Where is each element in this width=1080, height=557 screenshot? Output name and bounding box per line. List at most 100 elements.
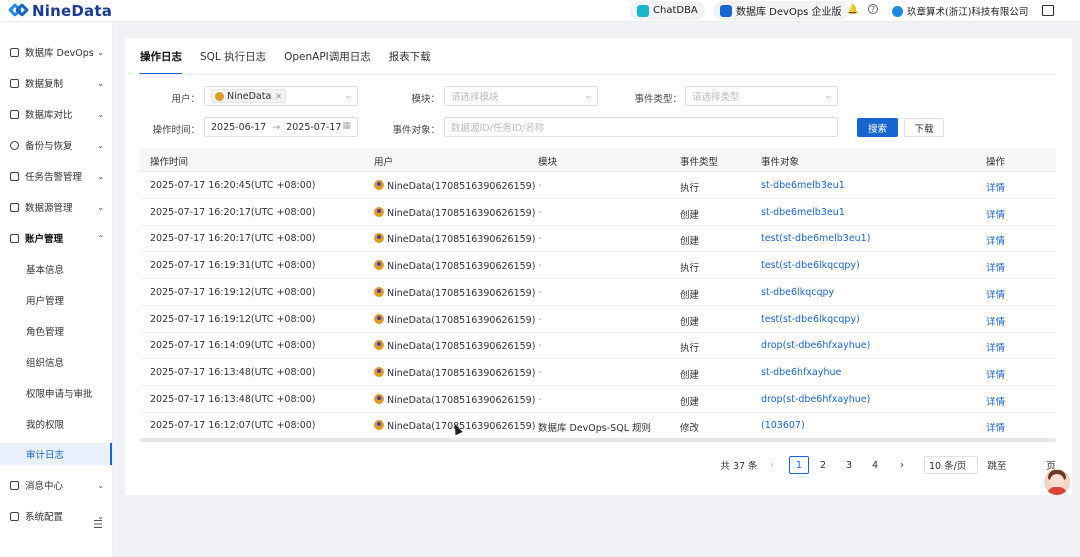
pagination-prev[interactable]: ‹ bbox=[762, 456, 782, 474]
download-button[interactable]: 下载 bbox=[904, 118, 944, 137]
help-icon[interactable]: ? bbox=[868, 4, 878, 14]
table-row: 2025-07-17 16:13:48(UTC +08:00) NineData(… bbox=[140, 359, 1056, 386]
date-range-picker[interactable]: 2025-06-17 → 2025-07-17 ▦ bbox=[204, 117, 358, 137]
cell-event-object[interactable]: drop(st-dbe6hfxayhue) bbox=[761, 340, 870, 351]
pagination-next[interactable]: › bbox=[892, 456, 912, 474]
sidebar-sub-permission-approval[interactable]: 权限申请与审批 bbox=[0, 382, 112, 404]
cell-event-object[interactable]: st-dbe6lkqcqpy bbox=[761, 287, 834, 298]
sidebar-item-alerts[interactable]: 任务告警管理 ⌄ bbox=[0, 165, 112, 187]
cell-module: 数据库 DevOps-SQL 规则 bbox=[538, 423, 652, 435]
tab-sql-log[interactable]: SQL 执行日志 bbox=[200, 50, 266, 75]
chevron-down-icon: ⌄ bbox=[97, 171, 104, 181]
pagination-page-1[interactable]: 1 bbox=[789, 456, 809, 474]
cell-user: NineData(1708516390626159) bbox=[374, 260, 535, 272]
cell-event-object[interactable]: st-dbe6melb3eu1 bbox=[761, 207, 845, 218]
user-avatar-icon bbox=[374, 393, 384, 404]
sidebar: 数据库 DevOps ⌄ 数据复制 ⌄ 数据库对比 ⌄ 备份与恢复 ⌄ 任务告警… bbox=[0, 22, 113, 557]
chevron-down-icon: ⌄ bbox=[344, 91, 351, 100]
sidebar-sub-user-mgmt[interactable]: 用户管理 bbox=[0, 289, 112, 311]
user-avatar-icon bbox=[374, 260, 384, 271]
cell-event-type: 执行 bbox=[680, 263, 700, 275]
sidebar-sub-audit-log[interactable]: 审计日志 bbox=[0, 443, 112, 465]
table-row: 2025-07-17 16:19:12(UTC +08:00) NineData(… bbox=[140, 306, 1056, 333]
table-row: 2025-07-17 16:19:12(UTC +08:00) NineData(… bbox=[140, 279, 1056, 306]
search-button[interactable]: 搜索 bbox=[857, 118, 898, 137]
cell-event-object[interactable]: st-dbe6melb3eu1 bbox=[761, 180, 845, 191]
col-action: 操作 bbox=[986, 157, 1006, 168]
detail-link[interactable]: 详情 bbox=[986, 180, 1005, 194]
tab-openapi-log[interactable]: OpenAPI调用日志 bbox=[284, 50, 371, 75]
logo-text: NineData bbox=[32, 2, 113, 20]
cell-module: - bbox=[538, 233, 542, 245]
cell-event-object[interactable]: test(st-dbe6melb3eu1) bbox=[761, 233, 870, 244]
sidebar-item-compare[interactable]: 数据库对比 ⌄ bbox=[0, 103, 112, 125]
assistant-avatar-button[interactable] bbox=[1044, 469, 1070, 495]
module-filter-label: 模块： bbox=[411, 94, 440, 105]
event-object-input[interactable]: 数据源ID/任务ID/名称 bbox=[444, 117, 838, 137]
pagination-page-2[interactable]: 2 bbox=[813, 456, 833, 474]
detail-link[interactable]: 详情 bbox=[986, 394, 1005, 408]
detail-link[interactable]: 详情 bbox=[986, 260, 1005, 274]
page-size-select[interactable]: 10 条/页 bbox=[924, 456, 978, 474]
detail-link[interactable]: 详情 bbox=[986, 314, 1005, 328]
cell-user: NineData(1708516390626159) bbox=[374, 286, 535, 299]
org-switcher[interactable]: 玖章算术(浙江)科技有限公司 bbox=[892, 4, 1028, 18]
sidebar-item-replication[interactable]: 数据复制 ⌄ bbox=[0, 72, 112, 94]
tab-operation-log[interactable]: 操作日志 bbox=[140, 50, 182, 75]
sidebar-item-datasource[interactable]: 数据源管理 ⌄ bbox=[0, 196, 112, 218]
module-filter-select[interactable]: 请选择模块 ⌄ bbox=[444, 86, 598, 106]
date-start: 2025-06-17 bbox=[211, 121, 267, 133]
tab-report-download[interactable]: 报表下载 bbox=[389, 50, 431, 75]
sidebar-sub-role-mgmt[interactable]: 角色管理 bbox=[0, 320, 112, 342]
sidebar-sub-org-info[interactable]: 组织信息 bbox=[0, 351, 112, 373]
date-end: 2025-07-17 bbox=[286, 121, 342, 133]
cell-time: 2025-07-17 16:20:17(UTC +08:00) bbox=[150, 206, 316, 218]
cell-event-object[interactable]: test(st-dbe6lkqcqpy) bbox=[761, 314, 860, 325]
detail-link[interactable]: 详情 bbox=[986, 233, 1005, 247]
time-filter-label: 操作时间： bbox=[152, 125, 200, 136]
logout-icon[interactable] bbox=[1042, 5, 1054, 16]
cell-event-object[interactable]: st-dbe6hfxayhue bbox=[761, 367, 841, 378]
sidebar-item-account[interactable]: 账户管理 ⌃ bbox=[0, 227, 112, 249]
pagination-page-4[interactable]: 4 bbox=[865, 456, 885, 474]
event-type-filter-select[interactable]: 请选择类型 ⌄ bbox=[685, 86, 838, 106]
cell-time: 2025-07-17 16:20:17(UTC +08:00) bbox=[150, 233, 316, 245]
cell-event-type: 创建 bbox=[680, 289, 700, 301]
cell-event-object[interactable]: drop(st-dbe6hfxayhue) bbox=[761, 394, 870, 405]
sidebar-item-devops[interactable]: 数据库 DevOps ⌄ bbox=[0, 41, 112, 63]
cell-event-object[interactable]: test(st-dbe6lkqcqpy) bbox=[761, 260, 860, 271]
cell-event-type: 创建 bbox=[680, 316, 700, 328]
chevron-down-icon: ⌄ bbox=[97, 140, 104, 150]
detail-link[interactable]: 详情 bbox=[986, 367, 1005, 381]
cell-user: NineData(1708516390626159) bbox=[374, 233, 535, 245]
chevron-up-icon: ⌃ bbox=[97, 233, 104, 243]
close-icon[interactable]: ✕ bbox=[275, 92, 282, 101]
collapse-menu-icon[interactable]: ☰ bbox=[93, 518, 103, 531]
user-name: NineData(1708516390626159) bbox=[387, 181, 536, 192]
sidebar-item-backup[interactable]: 备份与恢复 ⌄ bbox=[0, 134, 112, 156]
cell-time: 2025-07-17 16:20:45(UTC +08:00) bbox=[150, 180, 316, 191]
user-filter-select[interactable]: NineData ✕ ⌄ bbox=[204, 86, 358, 106]
detail-link[interactable]: 详情 bbox=[986, 340, 1005, 354]
user-tag: NineData ✕ bbox=[211, 89, 286, 103]
cell-event-object[interactable]: (103607) bbox=[761, 420, 805, 431]
sidebar-item-messages[interactable]: 消息中心 ⌄ bbox=[0, 474, 112, 496]
org-icon bbox=[892, 5, 903, 17]
detail-link[interactable]: 详情 bbox=[986, 287, 1005, 301]
user-filter-label: 用户： bbox=[171, 94, 200, 105]
sidebar-sub-my-permissions[interactable]: 我的权限 bbox=[0, 413, 112, 435]
chatdba-button[interactable]: ChatDBA bbox=[630, 1, 705, 20]
pagination-page-3[interactable]: 3 bbox=[839, 456, 859, 474]
detail-link[interactable]: 详情 bbox=[986, 420, 1005, 434]
notification-icon[interactable]: 🔔 bbox=[847, 4, 859, 16]
table-scrollbar[interactable] bbox=[140, 438, 1056, 442]
devops-icon bbox=[10, 47, 19, 57]
detail-link[interactable]: 详情 bbox=[986, 207, 1005, 221]
user-name: NineData(1708516390626159) bbox=[387, 341, 536, 353]
edition-button[interactable]: 数据库 DevOps 企业版 bbox=[713, 1, 849, 20]
cell-event-type: 执行 bbox=[680, 343, 700, 355]
sidebar-sub-basic-info[interactable]: 基本信息 bbox=[0, 258, 112, 280]
cell-user: NineData(1708516390626159) bbox=[374, 366, 535, 379]
ninedata-logo-icon bbox=[7, 2, 30, 19]
ninedata-logo[interactable]: NineData bbox=[7, 2, 113, 20]
